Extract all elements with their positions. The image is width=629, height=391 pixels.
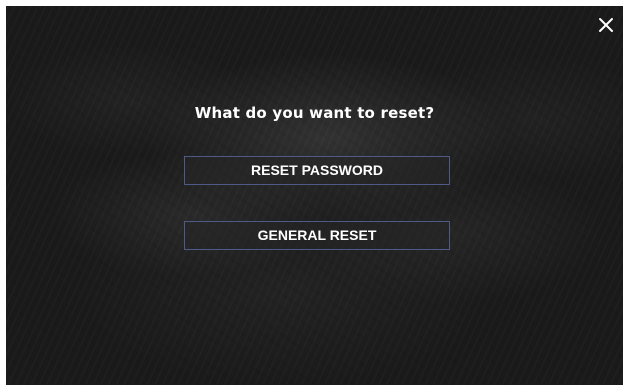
reset-password-button[interactable]: RESET PASSWORD — [184, 156, 450, 185]
general-reset-label: GENERAL RESET — [257, 227, 377, 243]
close-icon — [599, 18, 613, 32]
reset-password-label: RESET PASSWORD — [251, 162, 383, 178]
close-button[interactable] — [597, 16, 615, 34]
reset-screen: What do you want to reset? RESET PASSWOR… — [6, 6, 623, 385]
dialog-title: What do you want to reset? — [194, 104, 435, 122]
general-reset-button[interactable]: GENERAL RESET — [184, 221, 450, 250]
reset-dialog: What do you want to reset? RESET PASSWOR… — [6, 6, 623, 385]
